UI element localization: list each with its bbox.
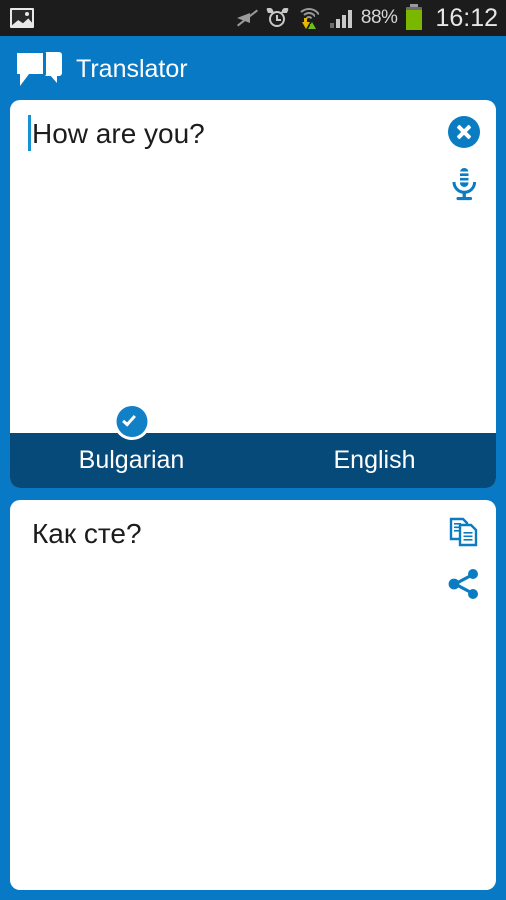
app-bar: Translator [0,38,506,100]
source-text-card[interactable]: How are you? Bulgarian English [10,100,496,488]
clear-circle-x-icon [448,116,480,148]
wifi-data-icon [296,7,321,29]
alarm-clock-icon [265,7,289,29]
battery-percent-label: 88% [360,7,398,28]
translation-text-area: Как сте? [10,500,496,890]
language-tab-source[interactable]: Bulgarian [10,406,253,475]
chat-bubbles-icon [14,50,64,88]
copy-button[interactable] [446,514,482,550]
source-action-icons [446,114,482,202]
translation-action-icons [446,514,482,602]
translation-result-card[interactable]: Как сте? [10,500,496,890]
language-selector-bar[interactable]: Bulgarian English [10,406,496,488]
status-bar-clock: 16:12 [435,3,498,32]
status-bar: 88% 16:12 [0,0,506,36]
language-tab-source-label: Bulgarian [78,446,185,474]
page-title: Translator [76,54,188,83]
status-bar-system-icons: 88% 16:12 [236,3,498,32]
microphone-icon [452,168,477,201]
language-tab-target[interactable]: English [253,446,496,475]
share-button[interactable] [446,566,482,602]
check-badge-icon [116,406,147,437]
gallery-icon [10,8,34,28]
battery-icon [406,3,423,30]
source-text-value: How are you? [28,114,205,152]
microphone-button[interactable] [446,166,482,202]
share-icon [448,569,478,599]
mute-icon [236,8,258,28]
language-tab-target-label: English [333,446,416,474]
translation-text-value: Как сте? [32,518,142,549]
signal-bars-icon [329,9,352,28]
clear-button[interactable] [446,114,482,150]
copy-icon [449,517,478,547]
source-text-input[interactable]: How are you? [10,100,496,488]
status-bar-notifications [10,8,34,28]
